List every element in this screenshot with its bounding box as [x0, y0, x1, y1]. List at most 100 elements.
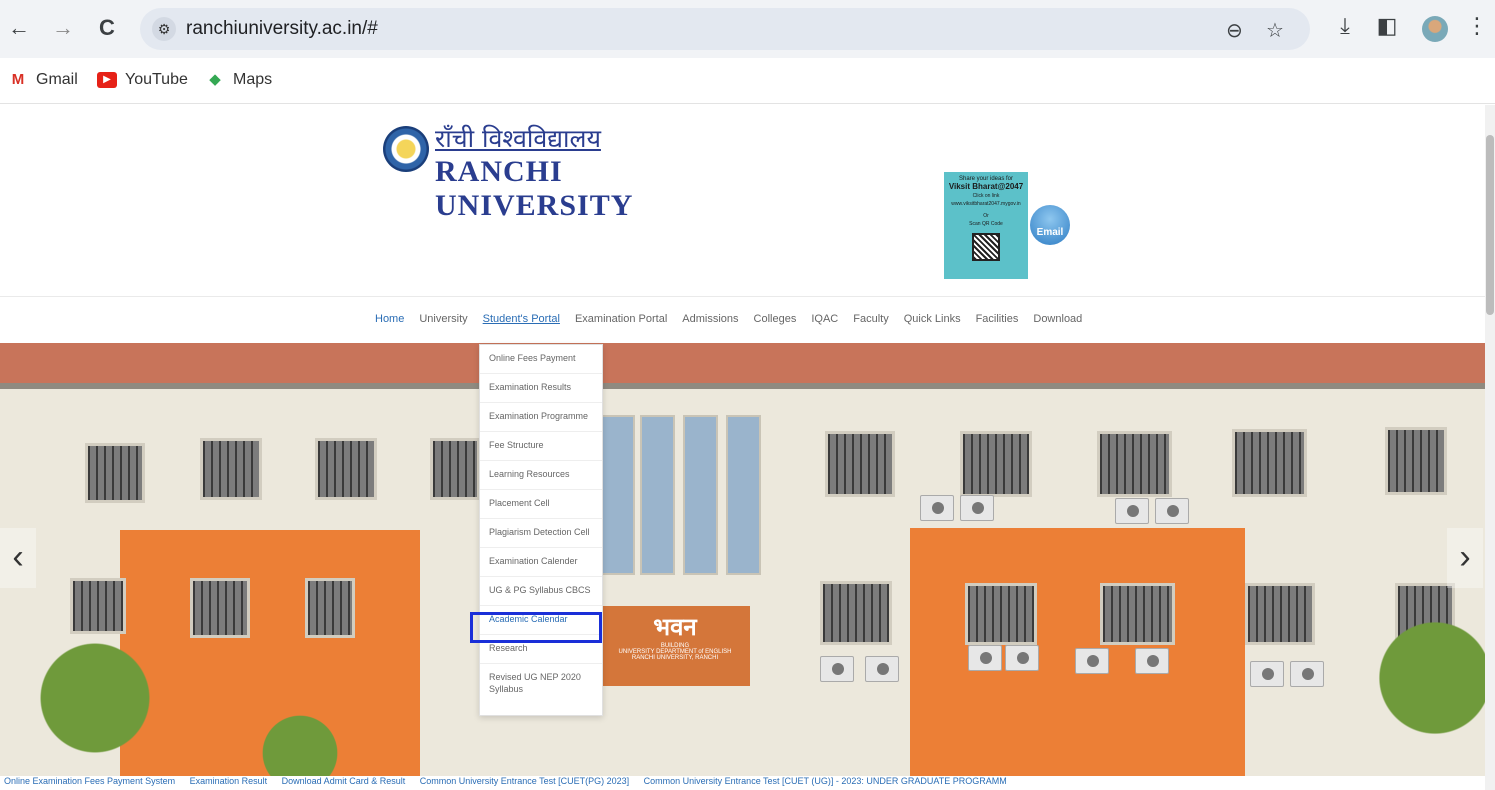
- viksit-bharat-banner[interactable]: Share your ideas for Viksit Bharat@2047 …: [944, 172, 1028, 279]
- glass-window: [726, 415, 761, 575]
- ac-unit: [960, 495, 994, 521]
- nav-faculty[interactable]: Faculty: [853, 313, 888, 325]
- viksit-line2: Viksit Bharat@2047: [948, 182, 1024, 191]
- window: [85, 443, 145, 503]
- profile-avatar[interactable]: [1422, 16, 1448, 42]
- glass-window: [683, 415, 718, 575]
- browser-toolbar: ← → C ⚙ ranchiuniversity.ac.in/# ⊖ ☆ ⤓ ◧…: [0, 0, 1495, 58]
- hero-slider-image: भवन BUILDING UNIVERSITY DEPARTMENT of EN…: [0, 343, 1485, 776]
- building-sign: भवन BUILDING UNIVERSITY DEPARTMENT of EN…: [600, 606, 750, 686]
- gmail-icon: M: [11, 71, 25, 88]
- ac-unit: [920, 495, 954, 521]
- window: [305, 578, 355, 638]
- reload-button[interactable]: C: [92, 13, 122, 43]
- download-icon[interactable]: ⤓: [1330, 13, 1360, 39]
- ticker-item[interactable]: Online Examination Fees Payment System: [4, 776, 175, 786]
- window: [1232, 429, 1307, 497]
- university-seal-icon: [383, 126, 429, 172]
- ac-unit: [1155, 498, 1189, 524]
- window: [315, 438, 377, 500]
- nav-facilities[interactable]: Facilities: [976, 313, 1019, 325]
- window: [430, 438, 480, 500]
- building-band: [0, 383, 1485, 389]
- menu-examination-results[interactable]: Examination Results: [480, 374, 602, 403]
- menu-learning-resources[interactable]: Learning Resources: [480, 461, 602, 490]
- viksit-line3: Click on link: [972, 193, 1000, 199]
- page-scrollbar[interactable]: [1485, 105, 1495, 790]
- nav-home[interactable]: Home: [375, 313, 404, 325]
- address-bar[interactable]: ⚙ ranchiuniversity.ac.in/# ⊖ ☆: [140, 8, 1310, 50]
- email-icon[interactable]: Email: [1030, 205, 1070, 245]
- menu-icon[interactable]: ⋮: [1462, 13, 1492, 39]
- scroll-thumb[interactable]: [1486, 135, 1494, 315]
- main-navigation: Home University Student's Portal Examina…: [375, 313, 1097, 325]
- window: [1245, 583, 1315, 645]
- bookmark-gmail[interactable]: M Gmail: [8, 71, 78, 89]
- window: [960, 431, 1032, 497]
- ticker-item[interactable]: Examination Result: [190, 776, 268, 786]
- ac-unit: [1005, 645, 1039, 671]
- ac-unit: [968, 645, 1002, 671]
- window: [1097, 431, 1172, 497]
- viksit-line5: Or: [983, 213, 989, 219]
- nav-colleges[interactable]: Colleges: [754, 313, 797, 325]
- tree-foliage: [0, 603, 190, 776]
- ac-unit: [1250, 661, 1284, 687]
- menu-placement-cell[interactable]: Placement Cell: [480, 490, 602, 519]
- menu-ug-pg-syllabus[interactable]: UG & PG Syllabus CBCS: [480, 577, 602, 606]
- nav-examination-portal[interactable]: Examination Portal: [575, 313, 667, 325]
- tree-foliage: [230, 693, 370, 776]
- menu-plagiarism-detection-cell[interactable]: Plagiarism Detection Cell: [480, 519, 602, 548]
- menu-revised-ug-nep-syllabus[interactable]: Revised UG NEP 2020 Syllabus: [480, 664, 602, 708]
- bookmark-star-icon[interactable]: ☆: [1266, 18, 1284, 43]
- nav-iqac[interactable]: IQAC: [811, 313, 838, 325]
- nav-university[interactable]: University: [419, 313, 467, 325]
- menu-online-fees-payment[interactable]: Online Fees Payment: [480, 345, 602, 374]
- youtube-icon: ▶: [97, 72, 117, 88]
- back-button[interactable]: ←: [4, 13, 34, 43]
- bookmark-label: Gmail: [36, 71, 78, 88]
- highlight-box: [470, 612, 602, 643]
- sign-hindi: भवन: [653, 614, 697, 641]
- bookmarks-bar: M Gmail ▶ YouTube ◆ Maps: [0, 58, 1495, 104]
- ac-unit: [820, 656, 854, 682]
- window: [200, 438, 262, 500]
- hindi-title: राँची विश्वविद्यालय: [435, 124, 601, 153]
- menu-fee-structure[interactable]: Fee Structure: [480, 432, 602, 461]
- menu-examination-programme[interactable]: Examination Programme: [480, 403, 602, 432]
- menu-examination-calender[interactable]: Examination Calender: [480, 548, 602, 577]
- bookmark-label: YouTube: [125, 71, 188, 88]
- glass-window: [640, 415, 675, 575]
- bookmark-maps[interactable]: ◆ Maps: [205, 71, 272, 89]
- ticker-item[interactable]: Download Admit Card & Result: [282, 776, 406, 786]
- nav-admissions[interactable]: Admissions: [682, 313, 738, 325]
- ticker-item[interactable]: Common University Entrance Test [CUET(PG…: [420, 776, 629, 786]
- ac-unit: [865, 656, 899, 682]
- qr-code-icon: [972, 233, 1000, 261]
- window: [1385, 427, 1447, 495]
- window: [1100, 583, 1175, 645]
- site-info-icon[interactable]: ⚙: [152, 17, 176, 41]
- university-logo[interactable]: राँची विश्वविद्यालय RANCHI UNIVERSITY: [383, 123, 733, 222]
- url-text[interactable]: ranchiuniversity.ac.in/#: [186, 18, 378, 40]
- nav-download[interactable]: Download: [1033, 313, 1082, 325]
- viksit-line4: www.viksitbharat2047.mygov.in: [951, 201, 1021, 207]
- ac-unit: [1290, 661, 1324, 687]
- bookmark-youtube[interactable]: ▶ YouTube: [97, 71, 188, 89]
- side-panel-icon[interactable]: ◧: [1372, 13, 1402, 39]
- ticker-item[interactable]: Common University Entrance Test [CUET (U…: [644, 776, 1007, 786]
- building-roof: [0, 343, 1485, 388]
- nav-quick-links[interactable]: Quick Links: [904, 313, 961, 325]
- forward-button[interactable]: →: [48, 13, 78, 43]
- news-ticker: Online Examination Fees Payment System E…: [0, 776, 1485, 790]
- ac-unit: [1135, 648, 1169, 674]
- sign-line3: RANCHI UNIVERSITY, RANCHI: [631, 655, 719, 661]
- nav-students-portal[interactable]: Student's Portal: [483, 313, 560, 325]
- tree-foliage: [1360, 563, 1485, 776]
- glass-window: [600, 415, 635, 575]
- slider-prev-button[interactable]: ‹: [0, 528, 36, 588]
- slider-next-button[interactable]: ›: [1447, 528, 1483, 588]
- header-divider: [0, 296, 1485, 297]
- zoom-icon[interactable]: ⊖: [1226, 18, 1243, 43]
- students-portal-dropdown: Online Fees Payment Examination Results …: [479, 344, 603, 716]
